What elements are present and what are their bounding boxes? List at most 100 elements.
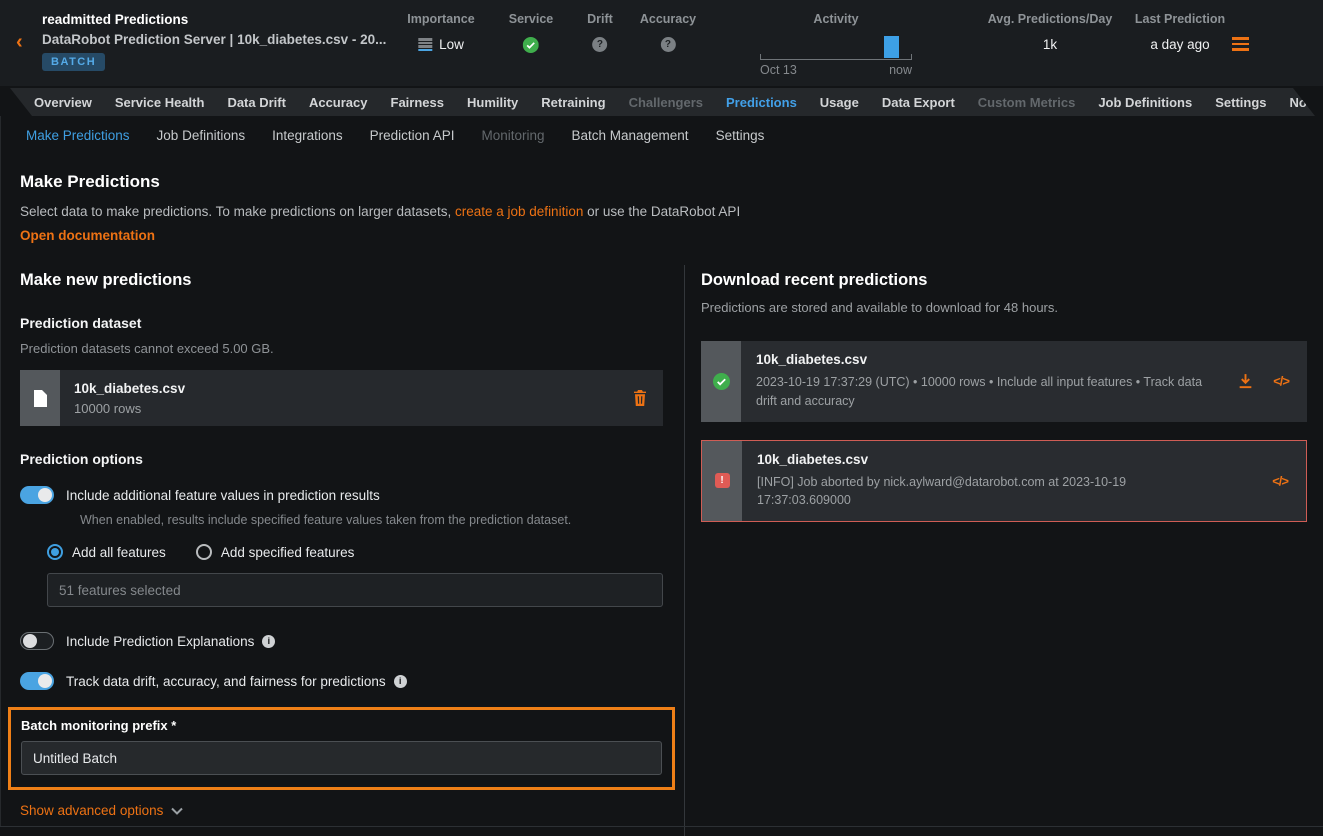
stat-activity-label: Activity (760, 12, 912, 26)
stat-importance-value: Low (439, 37, 464, 52)
include-features-toggle[interactable] (20, 486, 54, 504)
activity-bar (884, 36, 899, 58)
stat-last-prediction-value: a day ago (1150, 37, 1209, 52)
tab-notifications[interactable]: Notifications (1290, 95, 1323, 110)
stat-last-prediction: Last Prediction a day ago (1135, 12, 1225, 52)
error-icon: ! (715, 473, 730, 488)
stat-service: Service (509, 12, 553, 53)
radio-add-specified-features-label: Add specified features (221, 545, 355, 560)
tab-usage[interactable]: Usage (820, 95, 859, 110)
remove-dataset-button[interactable] (633, 390, 647, 406)
stat-accuracy-label: Accuracy (640, 12, 696, 26)
importance-bars-icon (418, 38, 432, 51)
track-drift-toggle[interactable] (20, 672, 54, 690)
open-documentation-link[interactable]: Open documentation (20, 228, 155, 243)
radio-selected-icon (47, 544, 63, 560)
tab-humility[interactable]: Humility (467, 95, 518, 110)
code-icon[interactable]: </> (1273, 374, 1289, 389)
content-left-border (0, 116, 1, 827)
stat-service-label: Service (509, 12, 553, 26)
predictions-subnav: Make Predictions Job Definitions Integra… (0, 116, 1323, 154)
tab-challengers: Challengers (629, 95, 703, 110)
radio-add-specified-features[interactable]: Add specified features (196, 544, 355, 560)
tab-data-drift[interactable]: Data Drift (227, 95, 286, 110)
dataset-file-rows: 10000 rows (74, 401, 619, 416)
prediction-status-strip (701, 341, 741, 422)
deployment-title: readmitted Predictions (42, 12, 386, 27)
stat-avg-predictions-label: Avg. Predictions/Day (988, 12, 1113, 26)
prediction-dataset-title: Prediction dataset (20, 315, 663, 331)
prediction-card-info: 10k_diabetes.csv 2023-10-19 17:37:29 (UT… (741, 341, 1307, 422)
batch-monitoring-prefix-input[interactable] (21, 741, 662, 775)
radio-add-all-features[interactable]: Add all features (47, 544, 166, 560)
tab-job-definitions[interactable]: Job Definitions (1098, 95, 1192, 110)
menu-hamburger-icon[interactable] (1232, 37, 1249, 54)
show-advanced-options-label: Show advanced options (20, 803, 163, 818)
deployment-subtitle: DataRobot Prediction Server | 10k_diabet… (42, 32, 386, 47)
stat-drift: Drift ? (587, 12, 613, 52)
tab-settings[interactable]: Settings (1215, 95, 1266, 110)
activity-sparkline-chart (760, 28, 912, 60)
deployment-titles: readmitted Predictions DataRobot Predict… (42, 12, 386, 71)
create-job-definition-link[interactable]: create a job definition (455, 204, 583, 219)
tab-accuracy[interactable]: Accuracy (309, 95, 368, 110)
prediction-options-title: Prediction options (20, 451, 663, 467)
tab-custom-metrics: Custom Metrics (978, 95, 1076, 110)
make-new-predictions-panel: Make new predictions Prediction dataset … (0, 265, 684, 836)
prediction-meta: 2023-10-19 17:37:29 (UTC) • 10000 rows •… (756, 373, 1207, 411)
prediction-dataset-hint: Prediction datasets cannot exceed 5.00 G… (20, 341, 663, 356)
include-features-help: When enabled, results include specified … (80, 513, 663, 527)
dataset-file-info: 10k_diabetes.csv 10000 rows (60, 370, 633, 426)
chevron-down-icon (171, 807, 183, 815)
info-icon[interactable]: i (262, 635, 275, 648)
download-icon[interactable] (1237, 373, 1254, 390)
deployment-nav: Overview Service Health Data Drift Accur… (0, 88, 1323, 116)
subtab-make-predictions[interactable]: Make Predictions (26, 128, 130, 143)
code-icon[interactable]: </> (1272, 473, 1288, 488)
tab-service-health[interactable]: Service Health (115, 95, 205, 110)
subtab-settings[interactable]: Settings (716, 128, 765, 143)
stat-importance-label: Importance (407, 12, 474, 26)
subtab-integrations[interactable]: Integrations (272, 128, 343, 143)
radio-add-all-features-label: Add all features (72, 545, 166, 560)
file-icon (34, 390, 47, 407)
prediction-explanations-row: Include Prediction Explanations i (20, 632, 663, 650)
back-chevron-icon[interactable]: ‹ (16, 32, 23, 52)
prediction-card-actions: </> (1237, 373, 1289, 390)
prediction-card-info: 10k_diabetes.csv [INFO] Job aborted by n… (742, 441, 1306, 522)
tab-overview[interactable]: Overview (34, 95, 92, 110)
tab-fairness[interactable]: Fairness (391, 95, 444, 110)
batch-monitoring-prefix-highlight: Batch monitoring prefix * (8, 707, 675, 790)
prediction-file-name: 10k_diabetes.csv (757, 452, 1206, 467)
include-features-row: Include additional feature values in pre… (20, 486, 663, 504)
features-selected-input[interactable] (47, 573, 663, 607)
stat-accuracy: Accuracy ? (640, 12, 696, 52)
tab-data-export[interactable]: Data Export (882, 95, 955, 110)
content-columns: Make new predictions Prediction dataset … (0, 265, 1323, 836)
tab-predictions[interactable]: Predictions (726, 95, 797, 110)
radio-unselected-icon (196, 544, 212, 560)
prediction-explanations-toggle[interactable] (20, 632, 54, 650)
info-icon[interactable]: i (394, 675, 407, 688)
tab-retraining[interactable]: Retraining (541, 95, 605, 110)
dataset-file-card: 10k_diabetes.csv 10000 rows (20, 370, 663, 426)
feature-mode-radio-group: Add all features Add specified features (47, 544, 663, 560)
prediction-result-card-error: ! 10k_diabetes.csv [INFO] Job aborted by… (701, 440, 1307, 523)
deployment-header: ‹ readmitted Predictions DataRobot Predi… (0, 0, 1323, 86)
batch-badge: BATCH (42, 53, 105, 71)
prediction-result-card: 10k_diabetes.csv 2023-10-19 17:37:29 (UT… (701, 341, 1307, 422)
subtab-monitoring: Monitoring (481, 128, 544, 143)
track-drift-row: Track data drift, accuracy, and fairness… (20, 672, 663, 690)
stat-avg-predictions: Avg. Predictions/Day 1k (988, 12, 1113, 52)
prediction-file-name: 10k_diabetes.csv (756, 352, 1207, 367)
subtab-job-definitions[interactable]: Job Definitions (157, 128, 246, 143)
include-features-label: Include additional feature values in pre… (66, 488, 380, 503)
prediction-status-strip: ! (702, 441, 742, 522)
accuracy-unknown-icon: ? (660, 37, 675, 52)
show-advanced-options-link[interactable]: Show advanced options (20, 803, 183, 818)
subtab-prediction-api[interactable]: Prediction API (370, 128, 455, 143)
prediction-card-actions: </> (1272, 473, 1288, 488)
subtab-batch-management[interactable]: Batch Management (571, 128, 688, 143)
content-bottom-border (0, 826, 1323, 827)
recent-predictions-panel: Download recent predictions Predictions … (684, 265, 1323, 836)
